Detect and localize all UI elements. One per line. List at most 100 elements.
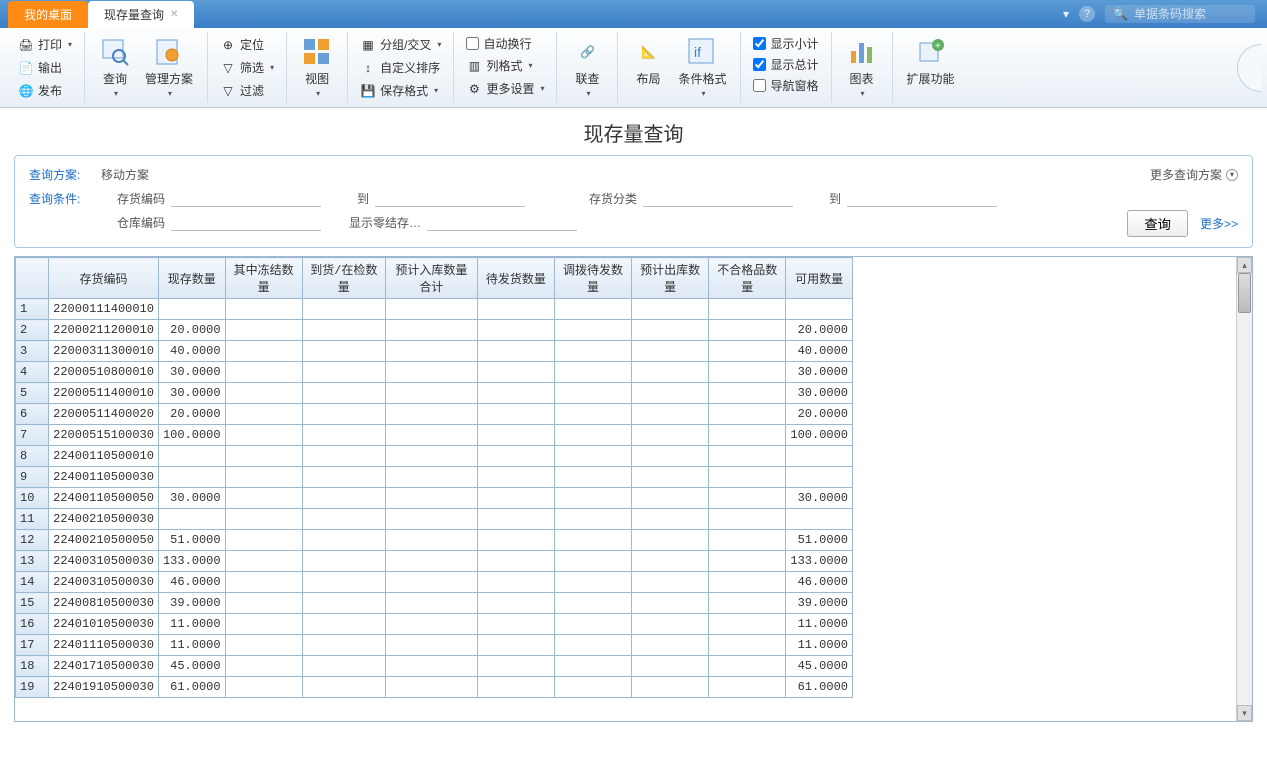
table-row[interactable]: 152240081050003039.000039.0000 bbox=[16, 593, 853, 614]
field-stock-cat: 存货分类 bbox=[573, 189, 793, 207]
scroll-down-icon[interactable]: ▾ bbox=[1237, 705, 1252, 721]
chevron-down-icon: ▾ bbox=[860, 89, 864, 98]
query-button[interactable]: 查询▾ bbox=[93, 34, 137, 100]
stock-cat-to-input[interactable] bbox=[847, 189, 997, 207]
table-cell bbox=[554, 614, 631, 635]
query-submit-button[interactable]: 查询 bbox=[1127, 210, 1188, 237]
table-cell: 11.0000 bbox=[158, 635, 225, 656]
table-cell: 11.0000 bbox=[786, 635, 853, 656]
more-plans-button[interactable]: 更多查询方案 ▾ bbox=[1150, 166, 1238, 183]
stock-code-input[interactable] bbox=[171, 189, 321, 207]
table-header[interactable]: 其中冻结数量 bbox=[225, 258, 302, 299]
savefmt-button[interactable]: 💾保存格式▾ bbox=[356, 80, 445, 101]
table-header[interactable]: 可用数量 bbox=[786, 258, 853, 299]
table-cell bbox=[709, 383, 786, 404]
table-row[interactable]: 922400110500030 bbox=[16, 467, 853, 488]
table-row[interactable]: 122240021050005051.000051.0000 bbox=[16, 530, 853, 551]
vertical-scrollbar[interactable]: ▴ ▾ bbox=[1236, 257, 1252, 721]
condfmt-button[interactable]: if条件格式▾ bbox=[672, 34, 732, 100]
search-box[interactable]: 🔍 bbox=[1105, 5, 1255, 23]
table-cell: 19 bbox=[16, 677, 49, 698]
globe-icon: 🌐 bbox=[18, 83, 34, 99]
table-row[interactable]: 722000515100030100.0000100.0000 bbox=[16, 425, 853, 446]
layout-button[interactable]: 📐布局 bbox=[626, 34, 670, 89]
stock-code-to-input[interactable] bbox=[375, 189, 525, 207]
table-cell bbox=[632, 383, 709, 404]
table-header[interactable]: 不合格品数量 bbox=[709, 258, 786, 299]
export-button[interactable]: 📄输出 bbox=[14, 57, 76, 78]
tab-desktop[interactable]: 我的桌面 bbox=[8, 1, 88, 28]
table-row[interactable]: 1322400310500030133.0000133.0000 bbox=[16, 551, 853, 572]
tab-current[interactable]: 现存量查询 ✕ bbox=[88, 1, 194, 28]
table-cell bbox=[385, 635, 477, 656]
group-button[interactable]: ▦分组/交叉▾ bbox=[356, 34, 445, 55]
showzero-input[interactable] bbox=[427, 213, 577, 231]
table-row[interactable]: 102240011050005030.000030.0000 bbox=[16, 488, 853, 509]
filter2-button[interactable]: ▽过滤 bbox=[216, 80, 278, 101]
filter-button[interactable]: ▽筛选▾ bbox=[216, 57, 278, 78]
ext-button[interactable]: +扩展功能 bbox=[901, 34, 961, 89]
table-row[interactable]: 172240111050003011.000011.0000 bbox=[16, 635, 853, 656]
showsub-checkbox[interactable]: 显示小计 bbox=[749, 34, 822, 53]
table-row[interactable]: 162240101050003011.000011.0000 bbox=[16, 614, 853, 635]
view-button[interactable]: 视图▾ bbox=[295, 34, 339, 100]
table-header[interactable] bbox=[16, 258, 49, 299]
table-header[interactable]: 待发货数量 bbox=[477, 258, 554, 299]
more-link[interactable]: 更多>> bbox=[1200, 215, 1238, 232]
table-cell bbox=[302, 488, 385, 509]
ribbon-group-query: 查询▾ 管理方案▾ bbox=[85, 32, 208, 103]
table-header[interactable]: 预计出库数量 bbox=[632, 258, 709, 299]
warehouse-input[interactable] bbox=[171, 213, 321, 231]
table-header[interactable]: 存货编码 bbox=[49, 258, 159, 299]
ribbon-group-layout: 📐布局 if条件格式▾ bbox=[618, 32, 741, 103]
table-row[interactable]: 32200031130001040.000040.0000 bbox=[16, 341, 853, 362]
ribbon-collapse[interactable] bbox=[1237, 44, 1261, 92]
table-cell bbox=[477, 614, 554, 635]
table-row[interactable]: 822400110500010 bbox=[16, 446, 853, 467]
table-row[interactable]: 22200021120001020.000020.0000 bbox=[16, 320, 853, 341]
table-header[interactable]: 到货/在检数量 bbox=[302, 258, 385, 299]
moreset-button[interactable]: ⚙更多设置▾ bbox=[462, 78, 548, 99]
table-cell bbox=[477, 299, 554, 320]
table-cell bbox=[385, 551, 477, 572]
stock-cat-input[interactable] bbox=[643, 189, 793, 207]
link-button[interactable]: 🔗联查▾ bbox=[565, 34, 609, 100]
manage-plan-button[interactable]: 管理方案▾ bbox=[139, 34, 199, 100]
close-icon[interactable]: ✕ bbox=[170, 9, 178, 20]
table-row[interactable]: 52200051140001030.000030.0000 bbox=[16, 383, 853, 404]
table-header[interactable]: 调拨待发数量 bbox=[554, 258, 631, 299]
scroll-up-icon[interactable]: ▴ bbox=[1237, 257, 1252, 273]
search-input[interactable] bbox=[1134, 7, 1247, 21]
scroll-thumb[interactable] bbox=[1238, 273, 1251, 313]
table-row[interactable]: 62200051140002020.000020.0000 bbox=[16, 404, 853, 425]
dropdown-icon[interactable]: ▾ bbox=[1063, 7, 1069, 21]
table-cell bbox=[554, 404, 631, 425]
navpane-checkbox[interactable]: 导航窗格 bbox=[749, 76, 822, 95]
table-cell: 40.0000 bbox=[158, 341, 225, 362]
table-cell bbox=[709, 467, 786, 488]
table-cell bbox=[477, 467, 554, 488]
showtotal-checkbox[interactable]: 显示总计 bbox=[749, 55, 822, 74]
tab-label: 现存量查询 bbox=[104, 6, 164, 23]
table-row[interactable]: 142240031050003046.000046.0000 bbox=[16, 572, 853, 593]
data-table: 存货编码现存数量其中冻结数量到货/在检数量预计入库数量合计待发货数量调拨待发数量… bbox=[14, 256, 1253, 722]
table-cell bbox=[709, 551, 786, 572]
print-button[interactable]: 🖨打印▾ bbox=[14, 34, 76, 55]
table-row[interactable]: 122000111400010 bbox=[16, 299, 853, 320]
table-row[interactable]: 192240191050003061.000061.0000 bbox=[16, 677, 853, 698]
locate-button[interactable]: ⊕定位 bbox=[216, 34, 278, 55]
table-cell bbox=[302, 425, 385, 446]
help-icon[interactable]: ? bbox=[1079, 6, 1095, 22]
table-header[interactable]: 预计入库数量合计 bbox=[385, 258, 477, 299]
table-row[interactable]: 42200051080001030.000030.0000 bbox=[16, 362, 853, 383]
colfmt-button[interactable]: ▥列格式▾ bbox=[462, 55, 548, 76]
autowrap-checkbox[interactable]: 自动换行 bbox=[462, 34, 548, 53]
table-row[interactable]: 182240171050003045.000045.0000 bbox=[16, 656, 853, 677]
table-header[interactable]: 现存数量 bbox=[158, 258, 225, 299]
publish-button[interactable]: 🌐发布 bbox=[14, 80, 76, 101]
chevron-down-icon: ▾ bbox=[316, 89, 320, 98]
sort-button[interactable]: ↕自定义排序 bbox=[356, 57, 445, 78]
plan-value[interactable]: 移动方案 bbox=[101, 166, 149, 183]
chart-button[interactable]: 图表▾ bbox=[840, 34, 884, 100]
table-row[interactable]: 1122400210500030 bbox=[16, 509, 853, 530]
